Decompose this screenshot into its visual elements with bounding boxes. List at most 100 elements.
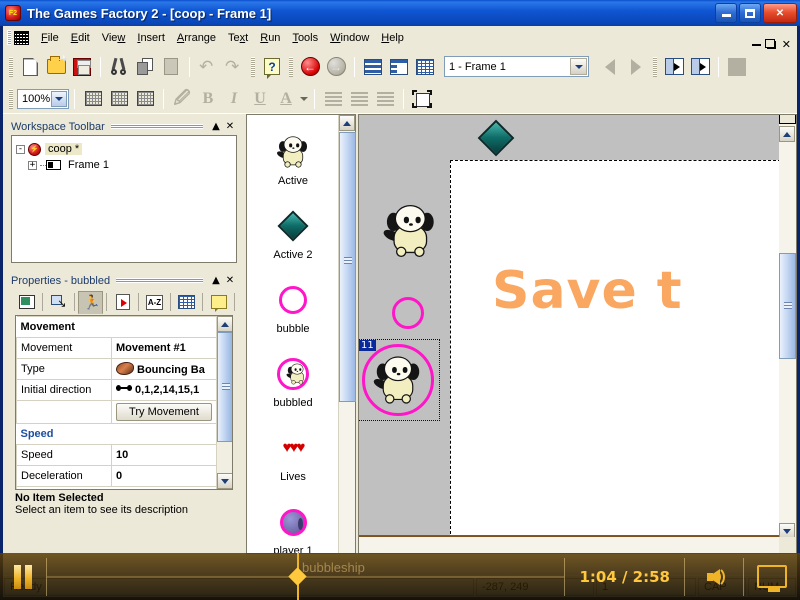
scrollbar-thumb[interactable] xyxy=(339,132,356,402)
property-row-type[interactable]: Type Bouncing Ba xyxy=(16,358,217,380)
show-grid-button[interactable] xyxy=(106,86,132,112)
menu-insert[interactable]: Insert xyxy=(131,29,171,47)
menu-run[interactable]: Run xyxy=(254,29,286,47)
mdi-restore-button[interactable] xyxy=(764,39,776,49)
menu-window[interactable]: Window xyxy=(324,29,375,47)
minimize-button[interactable] xyxy=(715,3,737,23)
scrollbar-thumb[interactable] xyxy=(779,253,796,359)
frame-surface[interactable] xyxy=(450,160,781,539)
property-value[interactable]: Movement #1 xyxy=(111,337,217,359)
object-list[interactable]: Active Active 2 bubble bubbled ♥♥♥ Lives… xyxy=(247,115,339,553)
back-button[interactable]: ← xyxy=(297,54,323,80)
object-list-scrollbar[interactable] xyxy=(338,115,356,553)
canvas-vertical-scrollbar[interactable] xyxy=(779,115,796,539)
list-item[interactable]: bubbled xyxy=(247,337,339,411)
list-item[interactable]: bubble xyxy=(247,263,339,337)
list-item[interactable]: Active xyxy=(247,115,339,189)
menu-view[interactable]: View xyxy=(96,29,132,47)
frame-select[interactable]: 1 - Frame 1 xyxy=(444,56,589,77)
bold-button[interactable]: B xyxy=(195,86,221,112)
property-grid-scrollbar[interactable] xyxy=(216,316,232,489)
tab-settings[interactable] xyxy=(14,291,39,314)
menu-tools[interactable]: Tools xyxy=(286,29,324,47)
fit-frame-button[interactable] xyxy=(409,86,435,112)
frame-editor-button[interactable] xyxy=(386,54,412,80)
bubbled-object-selected[interactable]: 11 xyxy=(359,339,440,421)
tab-about[interactable] xyxy=(206,291,231,314)
tab-animation[interactable] xyxy=(110,291,135,314)
scroll-down-button[interactable] xyxy=(217,473,232,489)
menu-edit[interactable]: Edit xyxy=(65,29,96,47)
close-button[interactable]: ✕ xyxy=(763,3,797,23)
frame-text-object[interactable]: Save t xyxy=(492,261,683,321)
save-button[interactable] xyxy=(69,54,95,80)
property-value-cell[interactable]: Bouncing Ba xyxy=(111,358,217,380)
try-movement-button[interactable]: Try Movement xyxy=(116,403,212,421)
toolbar-grip[interactable] xyxy=(9,56,13,77)
property-row-moving-at-start[interactable]: ✔ Moving at start xyxy=(16,486,217,489)
mdi-close-button[interactable]: ✕ xyxy=(782,39,791,50)
fullscreen-button[interactable] xyxy=(744,553,800,600)
menu-help[interactable]: Help xyxy=(375,29,410,47)
toolbar-grip[interactable] xyxy=(289,56,293,77)
menu-file[interactable]: File xyxy=(35,29,65,47)
scroll-up-button[interactable] xyxy=(339,115,355,131)
menu-arrange[interactable]: Arrange xyxy=(171,29,222,47)
scroll-up-button[interactable] xyxy=(217,316,232,332)
scrollbar-thumb[interactable] xyxy=(217,332,232,442)
paste-button[interactable] xyxy=(158,54,184,80)
menu-text[interactable]: Text xyxy=(222,29,254,47)
diamond-object[interactable] xyxy=(477,119,515,157)
stop-button[interactable] xyxy=(724,54,750,80)
redo-button[interactable]: ↷ xyxy=(221,54,247,80)
zoom-select[interactable]: 100% xyxy=(17,88,69,109)
dog-object[interactable] xyxy=(381,205,434,257)
run-application-button[interactable] xyxy=(661,54,687,80)
property-checkbox-cell[interactable]: ✔ Moving at start xyxy=(16,486,217,489)
property-row-try-movement[interactable]: Try Movement xyxy=(16,400,217,424)
property-value[interactable]: 10 xyxy=(111,444,217,466)
property-row-movement[interactable]: Movement Movement #1 xyxy=(16,337,217,359)
collapse-icon[interactable]: ▲ xyxy=(209,274,223,287)
align-right-button[interactable] xyxy=(372,86,398,112)
text-color-dropdown[interactable] xyxy=(299,86,309,112)
toolbar-grip[interactable] xyxy=(251,56,255,77)
close-icon[interactable]: ✕ xyxy=(223,120,237,133)
new-button[interactable] xyxy=(17,54,43,80)
property-grid[interactable]: Movement Movement Movement #1 Type Bounc… xyxy=(15,315,233,490)
pause-button[interactable] xyxy=(0,553,46,600)
expander-icon[interactable]: + xyxy=(28,160,37,170)
volume-button[interactable] xyxy=(685,553,743,600)
mdi-minimize-button[interactable] xyxy=(751,44,761,46)
property-row-speed[interactable]: Speed 10 xyxy=(16,444,217,466)
previous-frame-button[interactable] xyxy=(597,54,623,80)
collapse-icon[interactable]: ▲ xyxy=(209,120,223,133)
menu-grip[interactable] xyxy=(7,30,11,45)
undo-button[interactable]: ↶ xyxy=(195,54,221,80)
maximize-button[interactable] xyxy=(739,3,761,23)
help-button[interactable]: ? xyxy=(259,54,285,80)
property-row-initial-direction[interactable]: Initial direction 0,1,2,14,15,1 xyxy=(16,379,217,401)
copy-button[interactable] xyxy=(132,54,158,80)
bubble-object[interactable] xyxy=(392,297,424,329)
snap-grid-button[interactable] xyxy=(132,86,158,112)
list-item[interactable]: ♥♥♥ Lives xyxy=(247,411,339,485)
property-value[interactable]: 0 xyxy=(111,465,217,487)
text-color-button[interactable]: A xyxy=(273,86,299,112)
toolbar-grip[interactable] xyxy=(653,56,657,77)
expander-icon[interactable]: - xyxy=(16,144,25,154)
grid-setup-button[interactable] xyxy=(80,86,106,112)
run-frame-button[interactable] xyxy=(687,54,713,80)
frame-editor-canvas[interactable]: 11 Save t xyxy=(358,114,797,554)
close-icon[interactable]: ✕ xyxy=(223,274,237,287)
property-row-deceleration[interactable]: Deceleration 0 xyxy=(16,465,217,487)
canvas-horizontal-scrollbar[interactable] xyxy=(359,537,781,553)
seek-bar[interactable]: bubbleship xyxy=(47,553,565,600)
underline-button[interactable]: U xyxy=(247,86,273,112)
next-frame-button[interactable] xyxy=(623,54,649,80)
list-item[interactable]: Active 2 xyxy=(247,189,339,263)
tab-size-position[interactable]: ↘ xyxy=(46,291,71,314)
storyboard-editor-button[interactable] xyxy=(360,54,386,80)
chevron-down-icon[interactable] xyxy=(570,58,587,75)
italic-button[interactable]: I xyxy=(221,86,247,112)
